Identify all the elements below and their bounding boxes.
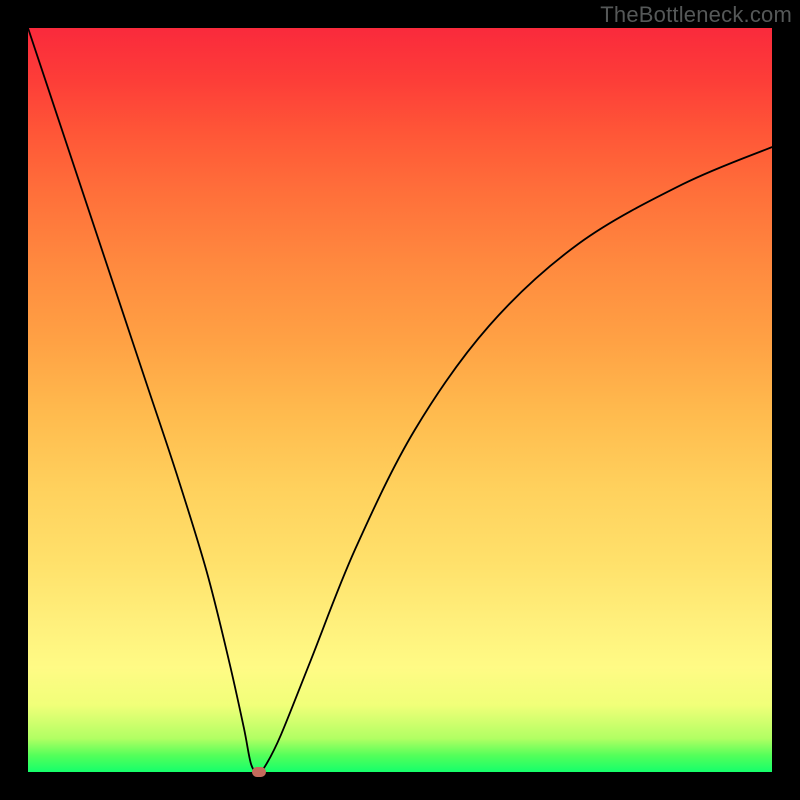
watermark-text: TheBottleneck.com [600,2,792,28]
curve-layer [28,28,772,772]
plot-area [28,28,772,772]
chart-frame: TheBottleneck.com [0,0,800,800]
bottleneck-curve [28,28,772,772]
minimum-marker [252,767,266,777]
